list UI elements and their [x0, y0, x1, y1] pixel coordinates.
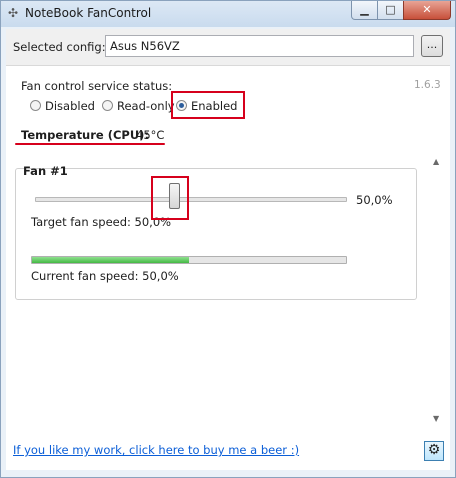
slider-highlight-box: [151, 176, 189, 220]
slider-value: 50,0%: [356, 193, 393, 207]
scroll-up-arrow-icon[interactable]: ▲: [433, 157, 439, 166]
radio-disabled-indicator: [30, 100, 41, 111]
fan-title: Fan #1: [23, 164, 68, 178]
version-label: 1.6.3: [414, 79, 441, 91]
config-row: Selected config: Asus N56VZ ...: [6, 29, 450, 66]
close-button[interactable]: ✕: [403, 1, 451, 20]
radio-read-only-label: Read-only: [117, 99, 175, 113]
temperature-value: 45°C: [136, 128, 165, 142]
gear-icon: ⚙: [427, 442, 441, 458]
service-status-label: Fan control service status:: [21, 79, 173, 93]
temperature-label: Temperature (CPU):: [21, 128, 150, 142]
app-window: ✣ NoteBook FanControl ▁ □ ✕ Selected con…: [0, 0, 456, 478]
config-label: Selected config:: [13, 40, 106, 54]
vertical-scrollbar[interactable]: ▲ ▼: [429, 154, 446, 429]
temperature-underline: [15, 143, 165, 145]
title-bar[interactable]: ✣ NoteBook FanControl ▁ □ ✕: [1, 1, 455, 27]
radio-read-only-indicator: [102, 100, 113, 111]
current-fan-speed-fill: [32, 257, 189, 263]
current-fan-speed-bar: [31, 256, 347, 264]
radio-disabled-label: Disabled: [45, 99, 95, 113]
maximize-button[interactable]: □: [377, 1, 404, 20]
donate-link[interactable]: If you like my work, click here to buy m…: [13, 443, 299, 457]
enabled-highlight-box: [171, 91, 245, 119]
current-fan-speed: Current fan speed: 50,0%: [31, 269, 179, 283]
scroll-down-arrow-icon[interactable]: ▼: [433, 414, 439, 423]
settings-button[interactable]: ⚙: [424, 441, 444, 461]
fan-icon: ✣: [7, 6, 19, 20]
minimize-button[interactable]: ▁: [351, 1, 378, 20]
window-title: NoteBook FanControl: [25, 6, 152, 20]
main-panel: Selected config: Asus N56VZ ... Fan cont…: [6, 29, 450, 470]
fan-speed-slider-track[interactable]: [35, 197, 347, 202]
browse-config-button[interactable]: ...: [421, 35, 443, 57]
config-field[interactable]: Asus N56VZ: [105, 35, 414, 57]
fan-panel: Fan #1 50,0% Target fan speed: 50,0% Cur…: [15, 164, 417, 300]
